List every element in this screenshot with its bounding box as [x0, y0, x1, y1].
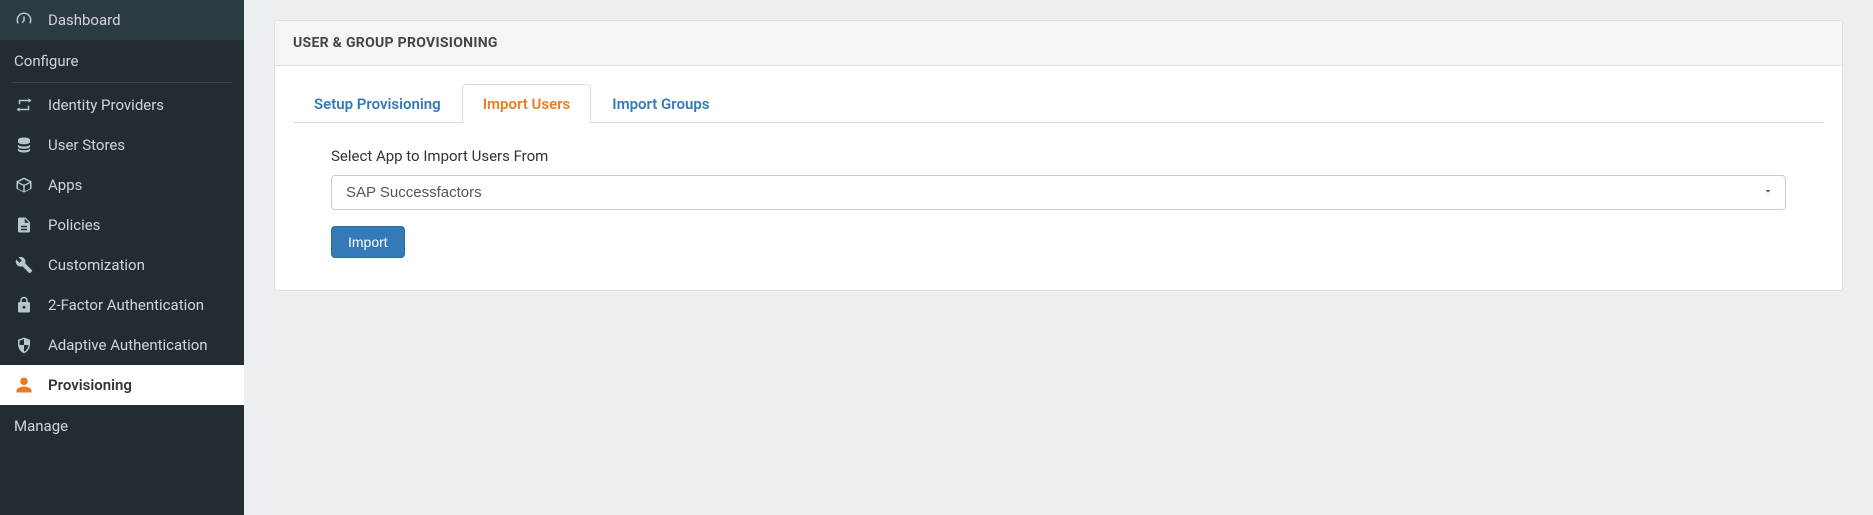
provisioning-panel: USER & GROUP PROVISIONING Setup Provisio… — [274, 20, 1843, 291]
sidebar-section-manage: Manage — [0, 405, 244, 445]
shield-icon — [14, 335, 34, 355]
sidebar-item-provisioning[interactable]: Provisioning — [0, 365, 244, 405]
document-icon — [14, 215, 34, 235]
sidebar-item-adaptive-auth[interactable]: Adaptive Authentication — [0, 325, 244, 365]
sidebar-item-label: 2-Factor Authentication — [48, 296, 204, 314]
sidebar-item-label: Identity Providers — [48, 96, 164, 114]
panel-title: USER & GROUP PROVISIONING — [293, 35, 1824, 51]
tab-setup-provisioning[interactable]: Setup Provisioning — [293, 84, 462, 123]
sidebar-item-label: User Stores — [48, 136, 125, 154]
user-icon — [14, 375, 34, 395]
select-app-label: Select App to Import Users From — [331, 147, 1786, 165]
panel-body: Setup Provisioning Import Users Import G… — [275, 66, 1842, 290]
main-content: USER & GROUP PROVISIONING Setup Provisio… — [244, 0, 1873, 515]
sidebar-item-identity-providers[interactable]: Identity Providers — [0, 85, 244, 125]
sidebar-item-user-stores[interactable]: User Stores — [0, 125, 244, 165]
sidebar-item-label: Policies — [48, 216, 100, 234]
database-icon — [14, 135, 34, 155]
tab-content: Select App to Import Users From SAP Succ… — [293, 123, 1824, 268]
sidebar-item-policies[interactable]: Policies — [0, 205, 244, 245]
sidebar-item-label: Adaptive Authentication — [48, 336, 208, 354]
panel-header: USER & GROUP PROVISIONING — [275, 21, 1842, 66]
app-select-wrap: SAP Successfactors — [331, 175, 1786, 210]
sidebar-item-label: Customization — [48, 256, 145, 274]
tab-import-groups[interactable]: Import Groups — [591, 84, 730, 123]
sidebar-item-label: Dashboard — [48, 11, 121, 29]
lock-icon — [14, 295, 34, 315]
divider — [12, 82, 232, 83]
sidebar-item-2fa[interactable]: 2-Factor Authentication — [0, 285, 244, 325]
dashboard-icon — [14, 10, 34, 30]
sidebar-item-apps[interactable]: Apps — [0, 165, 244, 205]
app-select[interactable]: SAP Successfactors — [331, 175, 1786, 210]
exchange-icon — [14, 95, 34, 115]
sidebar-section-configure: Configure — [0, 40, 244, 80]
tabs: Setup Provisioning Import Users Import G… — [293, 84, 1824, 123]
tab-import-users[interactable]: Import Users — [462, 84, 592, 123]
sidebar-item-label: Apps — [48, 176, 82, 194]
sidebar-item-dashboard[interactable]: Dashboard — [0, 0, 244, 40]
import-button[interactable]: Import — [331, 226, 405, 258]
sidebar-item-customization[interactable]: Customization — [0, 245, 244, 285]
sidebar-item-label: Provisioning — [48, 376, 132, 394]
wrench-icon — [14, 255, 34, 275]
sidebar: Dashboard Configure Identity Providers U… — [0, 0, 244, 515]
box-icon — [14, 175, 34, 195]
